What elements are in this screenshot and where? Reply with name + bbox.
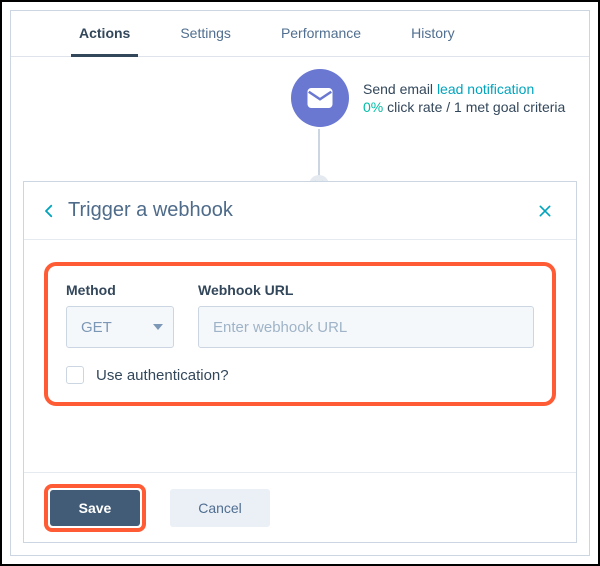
method-select[interactable]: GET — [66, 306, 174, 348]
tab-settings[interactable]: Settings — [172, 12, 239, 57]
panel-title: Trigger a webhook — [68, 199, 534, 222]
save-button[interactable]: Save — [50, 490, 140, 526]
use-authentication-label: Use authentication? — [96, 367, 229, 384]
mail-icon — [291, 69, 349, 127]
method-label: Method — [66, 282, 174, 298]
node-email-link[interactable]: lead notification — [437, 81, 534, 97]
node-click-rate: 0% — [363, 99, 383, 115]
use-authentication-toggle[interactable]: Use authentication? — [66, 366, 534, 384]
node-stat-text: click rate / 1 met goal criteria — [383, 99, 565, 115]
back-icon[interactable] — [38, 200, 60, 222]
webhook-panel: Trigger a webhook Method GET Webhook U — [23, 181, 577, 543]
tab-actions[interactable]: Actions — [71, 12, 138, 57]
cancel-button[interactable]: Cancel — [170, 489, 270, 527]
method-value: GET — [81, 319, 112, 336]
close-icon[interactable] — [534, 200, 556, 222]
checkbox-icon — [66, 366, 84, 384]
save-highlight: Save — [44, 484, 146, 532]
webhook-url-input[interactable] — [198, 306, 534, 348]
tab-history[interactable]: History — [403, 12, 463, 57]
tab-bar: Actions Settings Performance History — [11, 11, 589, 57]
node-text: Send email lead notification 0% click ra… — [363, 81, 565, 115]
webhook-url-label: Webhook URL — [198, 282, 534, 298]
tab-performance[interactable]: Performance — [273, 12, 369, 57]
workflow-node-send-email[interactable]: Send email lead notification 0% click ra… — [291, 69, 565, 127]
chevron-down-icon — [153, 324, 163, 330]
workflow-canvas: Send email lead notification 0% click ra… — [11, 57, 589, 197]
node-action-text: Send email — [363, 81, 433, 97]
highlighted-form-area: Method GET Webhook URL Use authenticatio… — [44, 262, 556, 406]
